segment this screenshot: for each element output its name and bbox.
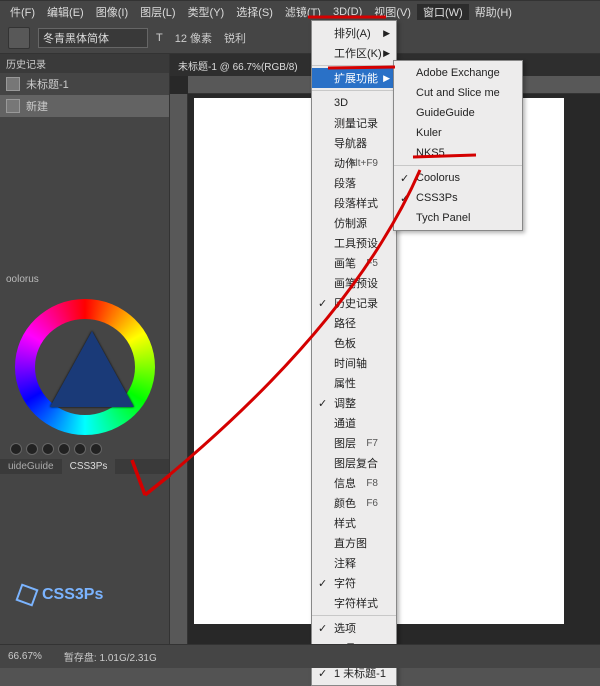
menubar: 件(F)编辑(E)图像(I)图层(L)类型(Y)选择(S)滤镜(T)3D(D)视… (0, 0, 600, 22)
menu-item[interactable]: 时间轴 (312, 353, 396, 373)
font-size-icon: T (156, 32, 163, 44)
menu-item[interactable]: 排列(A)▶ (312, 23, 396, 43)
menu-item[interactable]: 扩展功能▶ (312, 68, 396, 88)
swatch[interactable] (74, 443, 86, 455)
history-step-label: 新建 (26, 98, 48, 114)
coolorus-tab[interactable]: oolorus (0, 272, 169, 287)
menu-1[interactable]: 编辑(E) (41, 4, 90, 20)
step-thumb-icon (6, 99, 20, 113)
menu-8[interactable]: 视图(V) (368, 4, 417, 20)
css3ps-body: CSS3Ps (0, 474, 169, 644)
left-panels: 历史记录 未标题-1 新建 oolorus uideGuide CSS3Ps C… (0, 54, 170, 644)
menu-item[interactable]: ✓调整 (312, 393, 396, 413)
history-title: 历史记录 (0, 54, 169, 73)
menu-item[interactable]: 图层复合 (312, 453, 396, 473)
menu-item[interactable]: ✓Coolorus (394, 168, 522, 188)
menu-7[interactable]: 3D(D) (327, 6, 368, 18)
menu-item[interactable]: NKS5 (394, 143, 522, 163)
menu-separator (312, 615, 396, 616)
history-panel: 历史记录 未标题-1 新建 (0, 54, 169, 117)
swatch[interactable] (26, 443, 38, 455)
swatch[interactable] (90, 443, 102, 455)
cube-icon (15, 583, 38, 606)
menu-2[interactable]: 图像(I) (90, 4, 134, 20)
menu-item[interactable]: 仿制源 (312, 213, 396, 233)
zoom-value[interactable]: 66.67% (8, 651, 42, 662)
menu-item[interactable]: GuideGuide (394, 103, 522, 123)
menu-item[interactable]: ✓CSS3Ps (394, 188, 522, 208)
disk-status: 暂存盘: 1.01G/2.31G (64, 649, 157, 664)
swatch-row (0, 439, 169, 459)
menu-item[interactable]: 动作Alt+F9 (312, 153, 396, 173)
font-size-value[interactable]: 12 像素 (171, 30, 216, 46)
menu-0[interactable]: 件(F) (4, 4, 41, 20)
doc-thumb-icon (6, 77, 20, 91)
menu-item[interactable]: ✓选项 (312, 618, 396, 638)
menu-6[interactable]: 滤镜(T) (279, 4, 327, 20)
extensions-submenu: Adobe ExchangeCut and Slice meGuideGuide… (393, 60, 523, 231)
menu-item[interactable]: 色板 (312, 333, 396, 353)
menu-item[interactable]: 画笔F5 (312, 253, 396, 273)
history-document-row[interactable]: 未标题-1 (0, 73, 169, 95)
menu-item[interactable]: 工具预设 (312, 233, 396, 253)
menu-item[interactable]: 注释 (312, 553, 396, 573)
menu-item[interactable]: Tych Panel (394, 208, 522, 228)
css3ps-logo[interactable]: CSS3Ps (18, 586, 103, 604)
menu-item[interactable]: 信息F8 (312, 473, 396, 493)
menu-item[interactable]: 画笔预设 (312, 273, 396, 293)
menu-item[interactable]: Cut and Slice me (394, 83, 522, 103)
ruler-vertical (170, 94, 188, 644)
menu-item[interactable]: 图层F7 (312, 433, 396, 453)
menu-separator (394, 165, 522, 166)
menu-4[interactable]: 类型(Y) (182, 4, 231, 20)
color-wheel[interactable] (15, 299, 155, 435)
menu-item[interactable]: 测量记录 (312, 113, 396, 133)
menu-separator (312, 90, 396, 91)
menu-item[interactable]: 工作区(K)▶ (312, 43, 396, 63)
menu-item[interactable]: 段落 (312, 173, 396, 193)
menu-item[interactable]: ✓字符 (312, 573, 396, 593)
menu-item[interactable]: 3D (312, 93, 396, 113)
tab-css3ps[interactable]: CSS3Ps (62, 459, 116, 474)
menu-3[interactable]: 图层(L) (134, 4, 181, 20)
font-family-select[interactable] (38, 28, 148, 48)
swatch[interactable] (58, 443, 70, 455)
menu-item[interactable]: 属性 (312, 373, 396, 393)
aa-value[interactable]: 锐利 (224, 30, 246, 46)
window-menu: 排列(A)▶工作区(K)▶ 扩展功能▶ 3D测量记录导航器动作Alt+F9段落段落样… (311, 20, 397, 686)
menu-item[interactable]: 段落样式 (312, 193, 396, 213)
menu-item[interactable]: 导航器 (312, 133, 396, 153)
menu-item[interactable]: ✓历史记录 (312, 293, 396, 313)
menu-item[interactable]: Kuler (394, 123, 522, 143)
text-tool-icon[interactable] (8, 27, 30, 49)
history-doc-name: 未标题-1 (26, 76, 69, 92)
menu-9[interactable]: 窗口(W) (417, 4, 469, 20)
options-bar: T 12 像素 锐利 (0, 22, 600, 54)
menu-item[interactable]: 路径 (312, 313, 396, 333)
menu-item[interactable]: Adobe Exchange (394, 63, 522, 83)
swatch[interactable] (10, 443, 22, 455)
menu-item[interactable]: 通道 (312, 413, 396, 433)
tab-guideguide[interactable]: uideGuide (0, 459, 62, 474)
css3ps-logo-text: CSS3Ps (42, 586, 103, 604)
menu-item[interactable]: 颜色F6 (312, 493, 396, 513)
panel-tabstrip: uideGuide CSS3Ps (0, 459, 169, 474)
menu-item[interactable]: 直方图 (312, 533, 396, 553)
menu-item[interactable]: 样式 (312, 513, 396, 533)
status-bar: 66.67% 暂存盘: 1.01G/2.31G (0, 644, 600, 668)
css3ps-panel: uideGuide CSS3Ps CSS3Ps (0, 459, 169, 644)
menu-10[interactable]: 帮助(H) (469, 4, 518, 20)
history-step-row[interactable]: 新建 (0, 95, 169, 117)
swatch[interactable] (42, 443, 54, 455)
menu-item[interactable]: 字符样式 (312, 593, 396, 613)
menu-5[interactable]: 选择(S) (230, 4, 279, 20)
menu-separator (312, 65, 396, 66)
